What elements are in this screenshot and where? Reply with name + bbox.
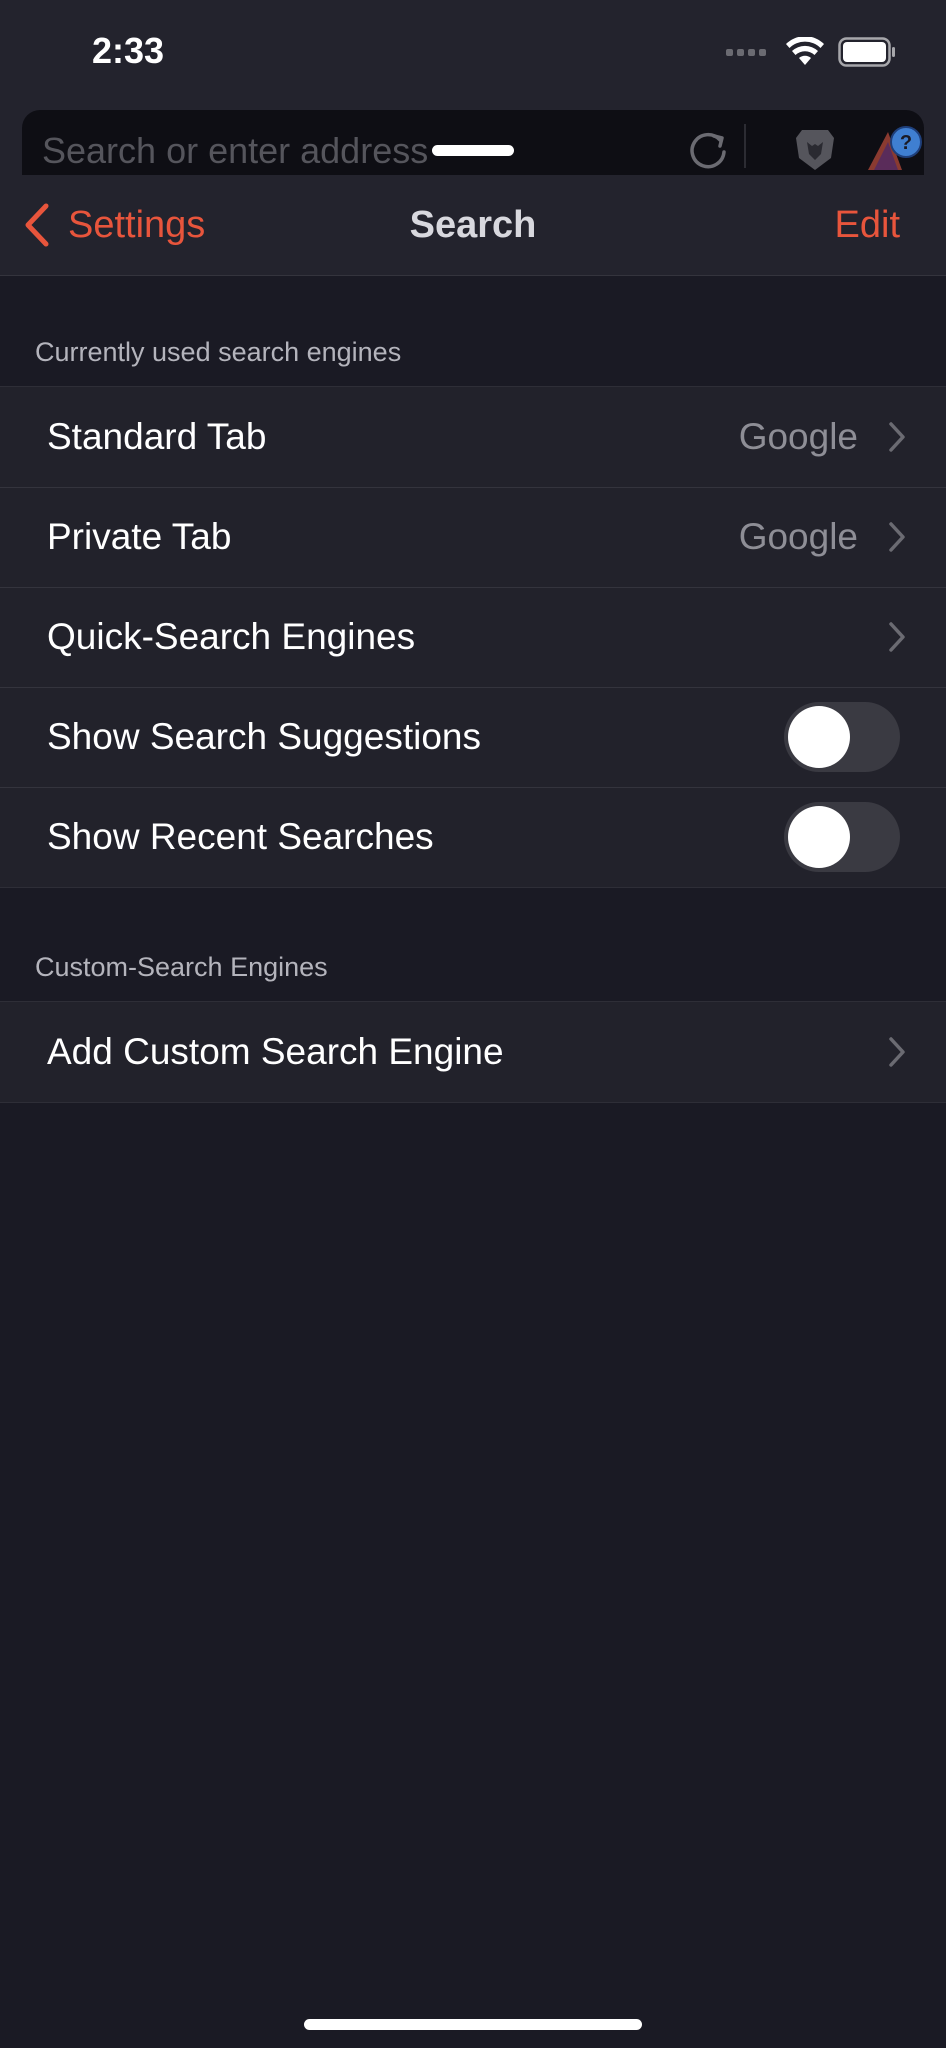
private-tab-row[interactable]: Private Tab Google [0,487,946,587]
row-label: Add Custom Search Engine [47,1031,504,1072]
wifi-icon [786,37,824,65]
battery-icon [838,37,895,67]
custom-engines-group: Add Custom Search Engine [0,1001,946,1103]
chevron-right-icon [889,422,905,452]
reload-icon[interactable] [686,128,730,172]
chevron-left-icon [25,203,49,247]
navigation-bar: Settings Search Edit [0,175,946,276]
recent-searches-toggle[interactable] [784,802,900,872]
row-label: Show Recent Searches [47,816,434,857]
address-divider [744,124,746,168]
add-custom-search-engine-row[interactable]: Add Custom Search Engine [0,1002,946,1102]
status-bar: 2:33 [0,0,946,100]
row-value: Google [738,516,858,557]
chevron-right-icon [889,1037,905,1067]
svg-text:?: ? [900,132,912,154]
show-search-suggestions-row: Show Search Suggestions [0,687,946,787]
chevron-right-icon [889,522,905,552]
show-recent-searches-row: Show Recent Searches [0,787,946,887]
row-label: Private Tab [47,516,232,557]
row-value: Google [738,416,858,457]
search-suggestions-toggle[interactable] [784,702,900,772]
chevron-right-icon [889,622,905,652]
current-engines-group: Standard Tab Google Private Tab Google Q… [0,386,946,888]
standard-tab-row[interactable]: Standard Tab Google [0,387,946,487]
address-placeholder: Search or enter address [42,130,429,171]
toggle-knob [788,706,850,768]
cellular-signal-icon [726,48,766,56]
address-bar[interactable]: Search or enter address ? [22,110,924,175]
sheet-grabber[interactable] [432,145,514,156]
quick-search-engines-row[interactable]: Quick-Search Engines [0,587,946,687]
row-label: Quick-Search Engines [47,616,416,657]
section-header-current-engines: Currently used search engines [35,337,402,367]
edit-button[interactable]: Edit [835,175,900,275]
back-label: Settings [68,203,206,246]
status-time: 2:33 [92,30,165,71]
row-label: Standard Tab [47,416,267,457]
section-header-custom-engines: Custom-Search Engines [35,952,328,982]
brave-rewards-icon[interactable]: ? [864,124,924,174]
brave-shields-lion-icon[interactable] [790,124,840,174]
status-icons [726,34,896,70]
toggle-knob [788,806,850,868]
back-button[interactable]: Settings [24,175,205,275]
row-label: Show Search Suggestions [47,716,481,757]
home-indicator[interactable] [304,2019,642,2030]
